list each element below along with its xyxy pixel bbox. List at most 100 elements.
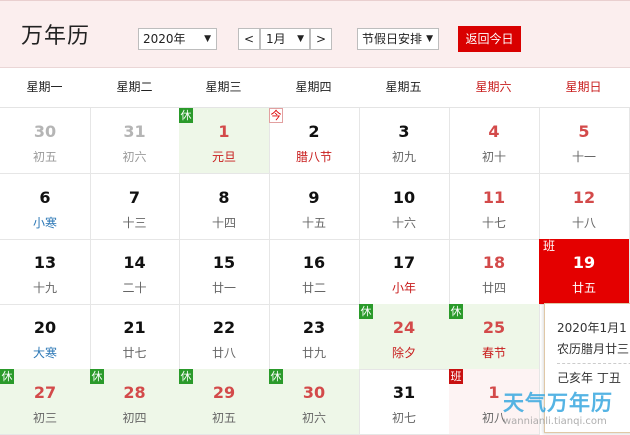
weekday-label: 星期三 <box>205 80 242 94</box>
day-number: 31 <box>123 122 146 141</box>
day-number: 2 <box>308 122 320 141</box>
calendar-day-cell[interactable]: 15 廿一 <box>179 239 270 305</box>
holiday-rest-badge: 休 <box>269 369 283 384</box>
lunar-date: 廿四 <box>481 281 506 295</box>
day-number: 11 <box>482 188 506 207</box>
calendar-day-cell[interactable]: 13 十九 <box>0 239 91 305</box>
calendar-day-cell[interactable]: 21 廿七 <box>90 304 180 370</box>
holiday-select[interactable]: 节假日安排 ▼ <box>357 28 439 50</box>
calendar-day-cell[interactable]: 4 初十 <box>449 108 540 174</box>
holiday-rest-badge: 休 <box>359 304 373 319</box>
year-select-value: 2020年 <box>143 32 186 46</box>
day-number: 31 <box>392 383 416 402</box>
popup-lunar-date: 农历腊月廿三 <box>557 342 630 356</box>
calendar-day-cell[interactable]: 班 1 初八 <box>449 369 540 435</box>
day-number: 25 <box>482 318 506 337</box>
calendar-day-cell[interactable]: 休 1 元旦 <box>179 108 270 174</box>
holiday-rest-badge: 休 <box>90 369 104 384</box>
calendar-day-cell[interactable]: 休 25 春节 <box>449 304 540 370</box>
weekday-label: 星期六 <box>475 80 512 94</box>
calendar-day-cell[interactable]: 22 廿八 <box>179 304 270 370</box>
calendar-day-cell[interactable]: 5 十一 <box>539 108 630 174</box>
lunar-date: 小年 <box>391 281 416 295</box>
day-number: 18 <box>482 253 506 272</box>
day-number: 17 <box>392 253 416 272</box>
lunar-date: 腊八节 <box>295 150 332 164</box>
back-to-today-button[interactable]: 返回今日 <box>458 26 521 52</box>
calendar-day-cell[interactable]: 31 初七 <box>359 369 450 435</box>
lunar-date: 除夕 <box>391 346 416 360</box>
calendar-day-cell[interactable]: 3 初九 <box>359 108 450 174</box>
lunar-date: 二十 <box>122 281 147 295</box>
calendar-day-cell[interactable]: 31 初六 <box>90 108 180 174</box>
year-select[interactable]: 2020年 ▼ <box>138 28 217 50</box>
lunar-date: 元旦 <box>211 150 236 164</box>
calendar-day-cell[interactable]: 12 十八 <box>539 174 630 240</box>
holiday-rest-badge: 休 <box>179 369 193 384</box>
next-month-button[interactable]: > <box>310 28 332 50</box>
day-number: 3 <box>398 122 410 141</box>
lunar-date: 廿七 <box>122 346 147 360</box>
prev-month-button[interactable]: < <box>238 28 260 50</box>
lunar-date: 十九 <box>32 281 57 295</box>
calendar-day-cell[interactable]: 休 24 除夕 <box>359 304 450 370</box>
day-number: 15 <box>212 253 236 272</box>
calendar-day-cell[interactable]: 今 2 腊八节 <box>269 108 360 174</box>
holiday-rest-badge: 休 <box>179 108 193 123</box>
calendar-day-cell[interactable]: 班 19 廿五 <box>539 239 630 305</box>
today-mark-badge: 今 <box>269 108 283 123</box>
calendar-header: 万年历 2020年 ▼ < 1月 ▼ > 节假日安排 ▼ 返回今日 <box>0 0 630 68</box>
day-number: 8 <box>218 188 230 207</box>
weekday-label: 星期二 <box>116 80 153 94</box>
lunar-date: 初三 <box>32 411 57 425</box>
calendar-day-cell[interactable]: 休 29 初五 <box>179 369 270 435</box>
weekday-label: 星期四 <box>295 80 332 94</box>
date-detail-popup: 2020年1月1 农历腊月廿三 己亥年 丁丑 <box>544 303 630 433</box>
holiday-rest-badge: 休 <box>449 304 463 319</box>
calendar-day-cell[interactable]: 11 十七 <box>449 174 540 240</box>
calendar-day-cell[interactable]: 18 廿四 <box>449 239 540 305</box>
calendar-grid: 30 初五 31 初六休 1 元旦今 2 腊八节 3 初九 4 初十 5 十一 6 小寒 7 十三 8 十四 9 十五 10… <box>0 108 630 435</box>
day-number: 12 <box>572 188 596 207</box>
calendar-day-cell[interactable]: 20 大寒 <box>0 304 91 370</box>
calendar-day-cell[interactable]: 7 十三 <box>90 174 180 240</box>
day-number: 10 <box>392 188 416 207</box>
day-number: 20 <box>33 318 57 337</box>
calendar-day-cell[interactable]: 17 小年 <box>359 239 450 305</box>
calendar-day-cell[interactable]: 9 十五 <box>269 174 360 240</box>
calendar-day-cell[interactable]: 30 初五 <box>0 108 91 174</box>
lunar-date: 廿五 <box>571 281 596 295</box>
calendar-day-cell[interactable]: 16 廿二 <box>269 239 360 305</box>
month-select[interactable]: 1月 ▼ <box>260 28 310 50</box>
holiday-select-value: 节假日安排 <box>362 32 423 46</box>
day-number: 30 <box>33 122 57 141</box>
calendar-day-cell[interactable]: 14 二十 <box>90 239 180 305</box>
day-number: 7 <box>128 188 141 207</box>
month-select-value: 1月 <box>266 32 286 46</box>
calendar-day-cell[interactable]: 23 廿九 <box>269 304 360 370</box>
lunar-date: 初十 <box>481 150 506 164</box>
day-number: 19 <box>572 253 596 272</box>
calendar-day-cell[interactable]: 10 十六 <box>359 174 450 240</box>
day-number: 24 <box>392 318 416 337</box>
workday-badge: 班 <box>542 239 555 253</box>
chevron-down-icon: ▼ <box>204 34 211 44</box>
page-title: 万年历 <box>21 24 91 49</box>
lunar-date: 初四 <box>122 411 147 425</box>
lunar-date: 廿八 <box>211 346 236 360</box>
calendar-day-cell[interactable]: 8 十四 <box>179 174 270 240</box>
popup-ganzhi: 己亥年 丁丑 <box>557 371 621 385</box>
lunar-date: 初八 <box>481 411 506 425</box>
calendar-day-cell[interactable]: 休 28 初四 <box>90 369 180 435</box>
popup-date: 2020年1月1 <box>557 321 627 335</box>
calendar-day-cell[interactable]: 休 27 初三 <box>0 369 91 435</box>
chevron-down-icon: ▼ <box>426 34 433 44</box>
day-number: 29 <box>212 383 236 402</box>
calendar-day-cell[interactable]: 6 小寒 <box>0 174 91 240</box>
day-number: 16 <box>302 253 326 272</box>
lunar-date: 初六 <box>122 150 147 164</box>
lunar-date: 十七 <box>481 216 506 230</box>
calendar-day-cell[interactable]: 休 30 初六 <box>269 369 360 435</box>
day-number: 14 <box>123 253 146 272</box>
lunar-date: 廿九 <box>301 346 326 360</box>
